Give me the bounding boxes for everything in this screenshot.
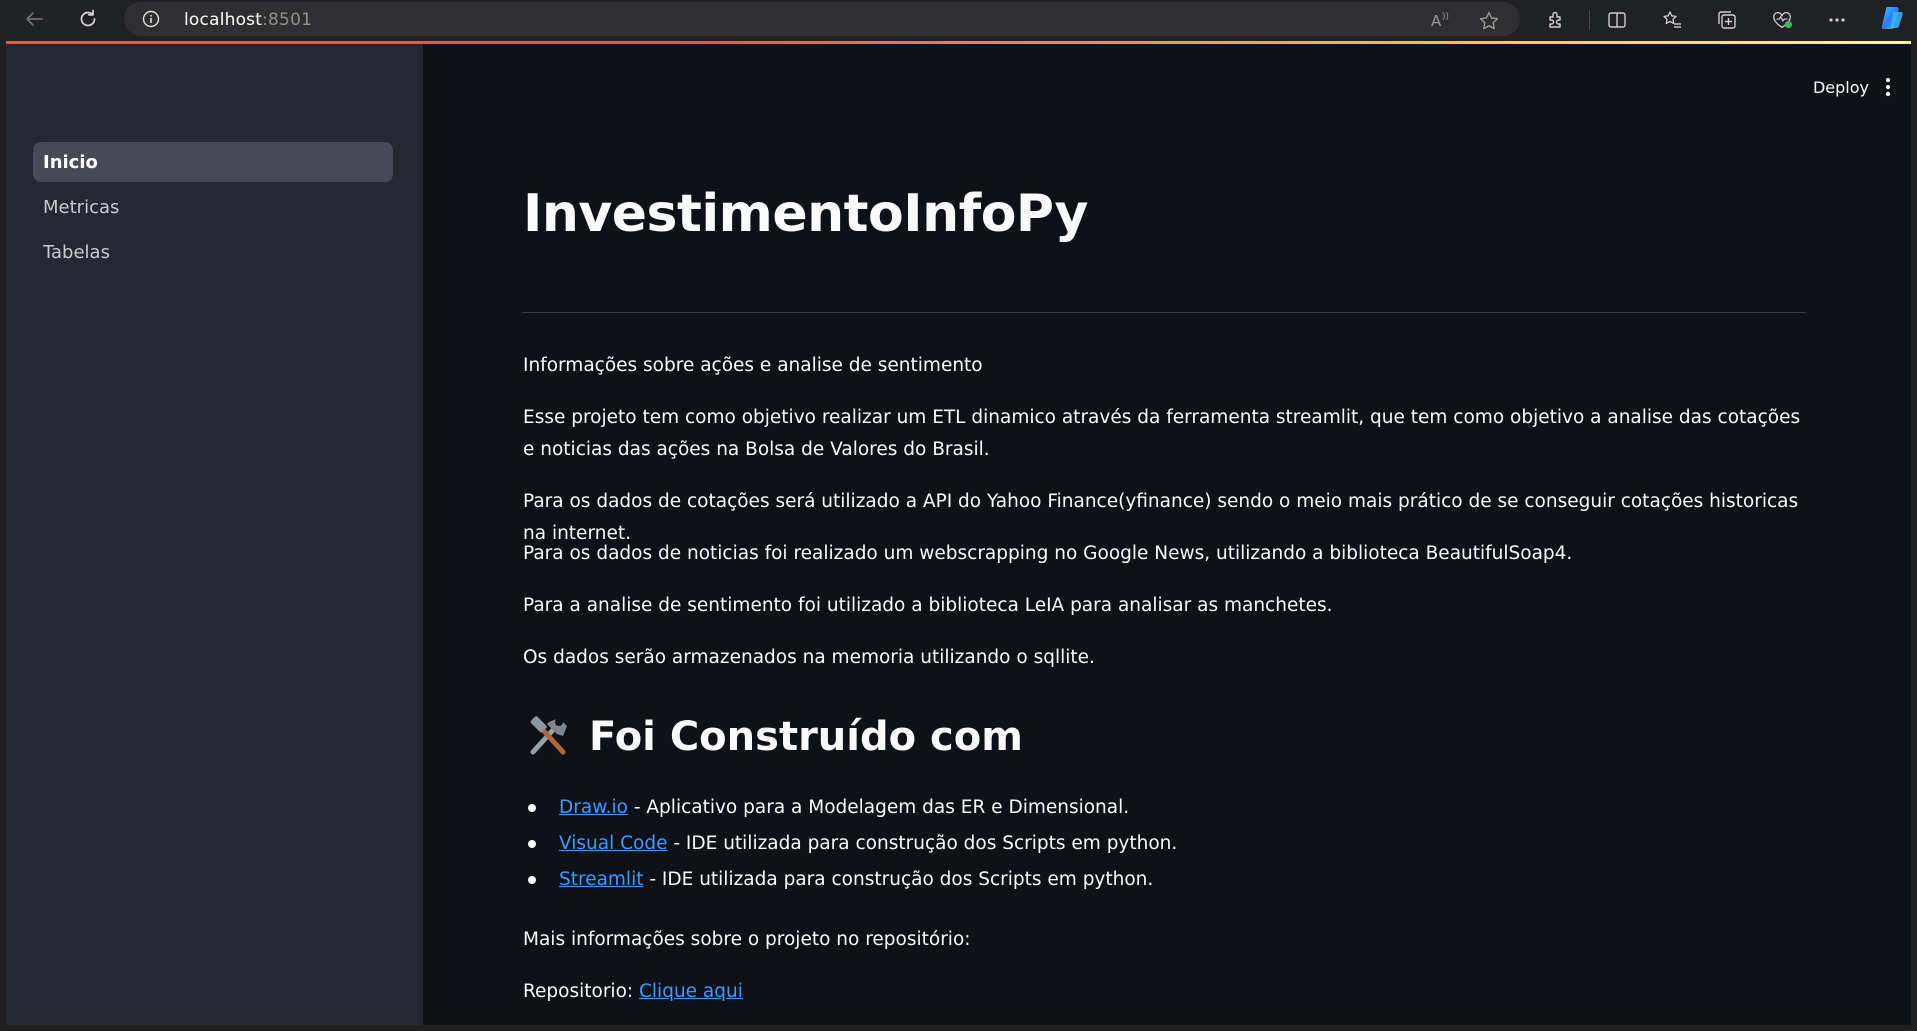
toolbar-separator (1589, 10, 1590, 30)
repository-line: Repositorio: Clique aqui (523, 976, 1805, 1008)
paragraph-noticias: Para os dados de noticias foi realizado … (523, 543, 1573, 564)
paragraph-sentimento: Para a analise de sentimento foi utiliza… (523, 595, 1333, 616)
url-text: localhost:8501 (184, 10, 312, 30)
address-bar[interactable]: localhost:8501 A)) (124, 2, 1520, 36)
deploy-button[interactable]: Deploy (1813, 74, 1869, 100)
sidebar-item-inicio[interactable]: Inicio (33, 142, 393, 182)
list-item: Draw.io - Aplicativo para a Modelagem da… (523, 790, 1177, 826)
repository-label: Repositorio: (523, 981, 639, 1002)
back-icon[interactable] (14, 0, 54, 38)
tools-list: Draw.io - Aplicativo para a Modelagem da… (523, 790, 1177, 898)
site-info-icon[interactable] (142, 10, 160, 28)
hammer-and-wrench-icon (523, 714, 573, 760)
streamlit-desc: - IDE utilizada para construção dos Scri… (643, 869, 1154, 890)
repository-link[interactable]: Clique aqui (639, 981, 743, 1002)
extensions-icon[interactable] (1545, 9, 1567, 31)
drawio-link[interactable]: Draw.io (559, 797, 628, 818)
sidebar-item-metricas[interactable]: Metricas (33, 187, 393, 227)
title-divider (523, 312, 1805, 313)
main-menu-icon[interactable] (1877, 74, 1899, 100)
paragraph-armazenamento: Os dados serão armazenados na memoria ut… (523, 647, 1095, 668)
more-options-icon[interactable] (1826, 9, 1848, 31)
more-info-text: Mais informações sobre o projeto no repo… (523, 929, 971, 950)
page-title: InvestimentoInfoPy (523, 184, 1088, 244)
subtitle-text: Informações sobre ações e analise de sen… (523, 355, 983, 376)
built-with-title: Foi Construído com (589, 714, 1023, 760)
favorite-star-icon[interactable] (1478, 10, 1499, 30)
svg-text:)): )) (1442, 12, 1449, 22)
copilot-icon[interactable] (1878, 4, 1906, 32)
url-host: localhost (184, 10, 263, 30)
streamlit-link[interactable]: Streamlit (559, 869, 643, 890)
drawio-desc: - Aplicativo para a Modelagem das ER e D… (627, 797, 1130, 818)
read-aloud-icon[interactable]: A)) (1430, 10, 1450, 30)
favorites-list-icon[interactable] (1661, 9, 1683, 31)
main-content: Deploy InvestimentoInfoPy Informações so… (423, 44, 1911, 1025)
list-item: Visual Code - IDE utilizada para constru… (523, 826, 1177, 862)
url-port: :8501 (262, 10, 313, 30)
list-item: Streamlit - IDE utilizada para construçã… (523, 862, 1177, 898)
split-screen-icon[interactable] (1606, 9, 1628, 31)
sidebar: Inicio Metricas Tabelas (6, 44, 423, 1025)
paragraph-objetivo: Esse projeto tem como objetivo realizar … (523, 407, 1801, 460)
visual-code-desc: - IDE utilizada para construção dos Scri… (667, 833, 1178, 854)
reload-icon[interactable] (68, 0, 108, 38)
browser-toolbar: localhost:8501 A)) (0, 0, 1917, 42)
svg-text:A: A (1431, 12, 1442, 30)
browser-essentials-icon[interactable] (1771, 9, 1793, 31)
visual-code-link[interactable]: Visual Code (559, 833, 667, 854)
built-with-heading: Foi Construído com (523, 714, 1023, 760)
collections-icon[interactable] (1716, 9, 1738, 31)
sidebar-item-tabelas[interactable]: Tabelas (33, 232, 393, 272)
